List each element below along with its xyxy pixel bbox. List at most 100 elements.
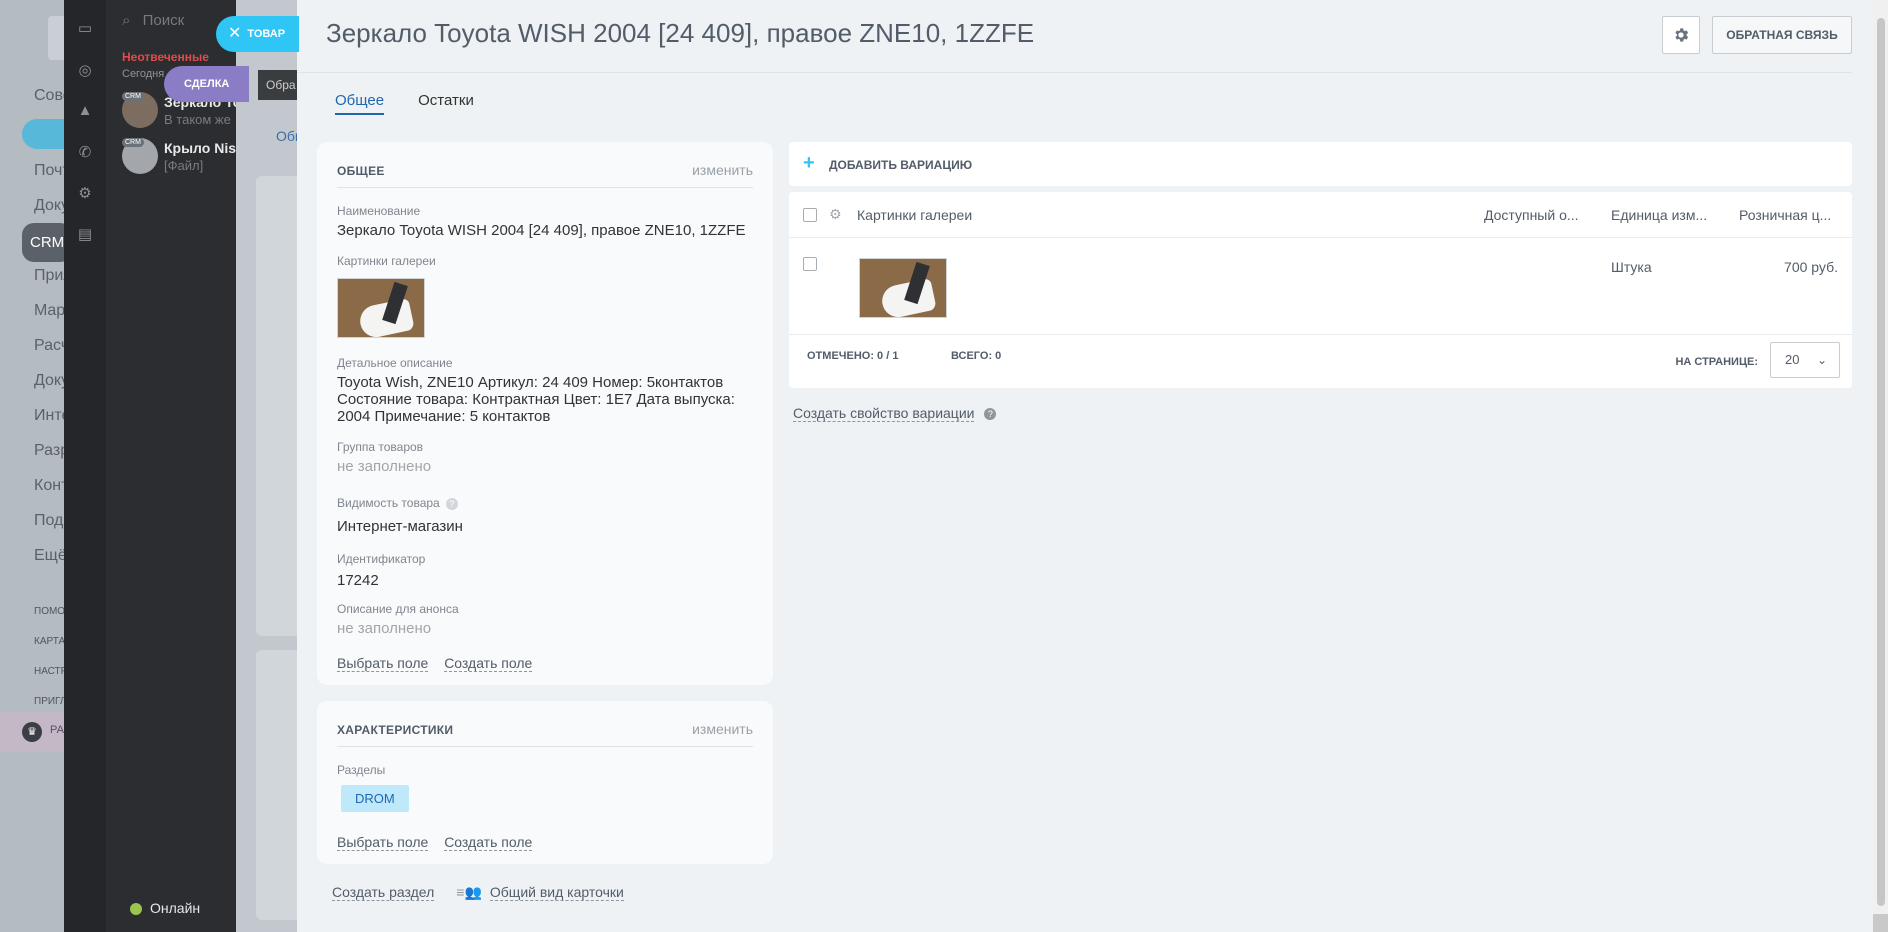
messenger-search[interactable]: ⌕ Поиск xyxy=(122,12,184,29)
help-icon[interactable]: ? xyxy=(445,497,458,510)
select-all-checkbox[interactable] xyxy=(803,208,817,222)
online-dot xyxy=(130,903,142,916)
characteristics-card-header: ХАРАКТЕРИСТИКИ изменить xyxy=(337,719,753,747)
tabs: Общее Остатки xyxy=(335,92,508,115)
scrollbar-thumb[interactable] xyxy=(1877,18,1885,906)
gear-icon[interactable]: ⚙ xyxy=(74,183,96,205)
page-scrollbar[interactable] xyxy=(1873,0,1888,932)
column-header-available[interactable]: Доступный о... xyxy=(1484,207,1579,223)
crm-badge: CRM xyxy=(122,138,144,147)
sections-field: Разделы DROM xyxy=(337,763,753,812)
announce-value: не заполнено xyxy=(337,620,432,637)
chat-preview: В таком же xyxy=(164,112,231,127)
online-label: Онлайн xyxy=(150,900,201,916)
group-field: Группа товаров не заполнено xyxy=(337,440,753,475)
general-card: ОБЩЕЕ изменить Наименование Зеркало Toyo… xyxy=(317,142,773,685)
row-gallery-thumbnail[interactable] xyxy=(859,258,947,318)
section-today: Сегодня xyxy=(122,68,165,80)
characteristics-card-title: ХАРАКТЕРИСТИКИ xyxy=(337,723,454,737)
card-view-link[interactable]: Общий вид карточки xyxy=(489,884,624,901)
characteristics-card: ХАРАКТЕРИСТИКИ изменить Разделы DROM Выб… xyxy=(317,701,773,864)
close-icon: ✕ xyxy=(228,25,242,43)
characteristics-edit-link[interactable]: изменить xyxy=(692,721,753,737)
page-title: Зеркало Toyota WISH 2004 [24 409], право… xyxy=(326,18,1035,48)
id-value: 17242 xyxy=(337,572,379,589)
settings-button[interactable] xyxy=(1662,16,1700,54)
create-section-link[interactable]: Создать раздел xyxy=(332,884,435,901)
create-variation-property-text: Создать свойство вариации xyxy=(793,405,975,422)
description-label: Детальное описание xyxy=(337,356,453,370)
gallery-thumbnail[interactable] xyxy=(337,278,425,338)
header-divider xyxy=(297,72,1852,73)
announce-label: Описание для анонса xyxy=(337,602,459,616)
column-header-price[interactable]: Розничная ц... xyxy=(1739,207,1831,223)
visibility-label-text: Видимость товара xyxy=(337,496,440,510)
bell-icon[interactable]: ▲ xyxy=(74,100,96,122)
select-field-link[interactable]: Выбрать поле xyxy=(337,655,429,672)
create-variation-property-link[interactable]: Создать свойство вариации ? xyxy=(793,405,997,422)
chat-name: Крыло Nissa xyxy=(164,140,244,156)
messenger-search-text: Поиск xyxy=(142,12,185,29)
create-field-link[interactable]: Создать поле xyxy=(444,655,533,672)
tab-stock[interactable]: Остатки xyxy=(418,92,474,115)
plus-icon: + xyxy=(803,152,815,174)
id-label: Идентификатор xyxy=(337,552,426,566)
description-field: Детальное описание Toyota Wish, ZNE10 Ар… xyxy=(337,356,753,425)
row-unit: Штука xyxy=(1611,259,1652,275)
feedback-button[interactable]: ОБРАТНАЯ СВЯЗЬ xyxy=(1712,16,1852,54)
visibility-field: Видимость товара? Интернет-магазин xyxy=(337,496,753,535)
group-label: Группа товаров xyxy=(337,440,424,454)
group-value: не заполнено xyxy=(337,458,432,475)
add-variation-label: ДОБАВИТЬ ВАРИАЦИЮ xyxy=(829,158,973,172)
product-slider: Зеркало Toyota WISH 2004 [24 409], право… xyxy=(297,0,1873,932)
online-status[interactable]: Онлайн xyxy=(130,900,200,916)
name-value: Зеркало Toyota WISH 2004 [24 409], право… xyxy=(337,222,746,239)
id-field: Идентификатор 17242 xyxy=(337,552,753,589)
name-label: Наименование xyxy=(337,204,421,218)
scrollbar-bottom xyxy=(1873,914,1888,932)
crm-badge: CRM xyxy=(122,92,144,101)
section-tag[interactable]: DROM xyxy=(341,785,409,812)
tab-general[interactable]: Общее xyxy=(335,92,385,115)
table-row[interactable]: Штука 700 руб. xyxy=(789,239,1852,335)
notifications-chat-icon[interactable]: ◎ xyxy=(74,60,96,82)
column-settings-gear-icon[interactable]: ⚙ xyxy=(829,206,842,223)
column-header-gallery[interactable]: Картинки галереи xyxy=(857,207,972,223)
chat-item[interactable]: CRM Крыло Nissa [Файл] xyxy=(122,138,244,178)
per-page-select[interactable]: 20 ⌄ xyxy=(1770,342,1840,378)
users-list-icon: ≡👥 xyxy=(456,884,482,900)
create-field-link[interactable]: Создать поле xyxy=(444,834,533,851)
characteristics-field-links: Выбрать поле Создать поле xyxy=(337,834,544,851)
announce-field: Описание для анонса не заполнено xyxy=(337,602,753,637)
section-unread: Неотвеченные xyxy=(122,50,209,64)
messenger-icons: ▭ ◎ ▲ ✆ ⚙ ▤ xyxy=(64,0,106,932)
grid-footer: ОТМЕЧЕНО: 0 / 1 ВСЕГО: 0 НА СТРАНИЦЕ: 20… xyxy=(789,336,1852,388)
bg-crown-label: ра xyxy=(50,724,64,736)
gallery-field: Картинки галереи xyxy=(337,254,753,338)
general-edit-link[interactable]: изменить xyxy=(692,162,753,178)
messenger-panel: ▭ ◎ ▲ ✆ ⚙ ▤ ⌕ Поиск Неотвеченные Сегодня… xyxy=(64,0,244,932)
sections-label: Разделы xyxy=(337,763,386,777)
row-checkbox[interactable] xyxy=(803,257,817,271)
phone-icon[interactable]: ✆ xyxy=(74,142,96,164)
column-header-unit[interactable]: Единица изм... xyxy=(1611,207,1707,223)
per-page-value: 20 xyxy=(1785,352,1800,367)
list-icon[interactable]: ▤ xyxy=(74,224,96,246)
row-price: 700 руб. xyxy=(1784,259,1838,275)
visibility-value: Интернет-магазин xyxy=(337,518,463,535)
close-product-button[interactable]: ✕ ТОВАР xyxy=(216,16,300,52)
search-icon: ⌕ xyxy=(122,12,131,29)
gear-icon xyxy=(1675,28,1689,42)
grid-header-row: ⚙ Картинки галереи Доступный о... Единиц… xyxy=(789,192,1852,238)
deal-slider-pill[interactable]: СДЕЛКА xyxy=(164,66,250,102)
chat-icon[interactable]: ▭ xyxy=(74,18,96,40)
marked-count: ОТМЕЧЕНО: 0 / 1 xyxy=(807,350,899,362)
help-icon[interactable]: ? xyxy=(984,408,997,421)
chevron-down-icon: ⌄ xyxy=(1816,353,1827,367)
total-count: ВСЕГО: 0 xyxy=(951,350,1002,362)
gallery-label: Картинки галереи xyxy=(337,254,436,268)
general-card-title: ОБЩЕЕ xyxy=(337,164,385,178)
description-value: Toyota Wish, ZNE10 Артикул: 24 409 Номер… xyxy=(337,374,735,425)
select-field-link[interactable]: Выбрать поле xyxy=(337,834,429,851)
add-variation-button[interactable]: + ДОБАВИТЬ ВАРИАЦИЮ xyxy=(789,142,1852,186)
